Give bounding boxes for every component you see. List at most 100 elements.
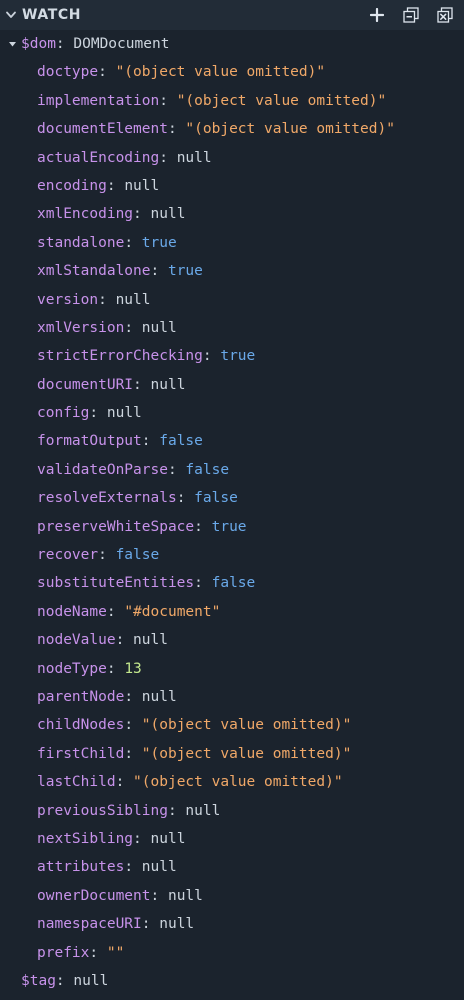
separator: : <box>89 944 107 961</box>
watch-tree: $dom: DOMDocument doctype: "(object valu… <box>0 30 464 995</box>
property-value: false <box>185 461 230 478</box>
separator: : <box>150 263 168 280</box>
property-key: formatOutput <box>37 433 142 450</box>
collapse-all-button[interactable] <box>396 0 426 30</box>
property-row[interactable]: nextSibling: null <box>0 825 464 853</box>
property-row[interactable]: doctype: "(object value omitted)" <box>0 58 464 86</box>
separator: : <box>106 660 125 677</box>
separator: : <box>167 121 186 138</box>
property-value: true <box>211 518 247 535</box>
property-row[interactable]: resolveExternals: false <box>0 484 464 512</box>
separator: : <box>133 830 151 847</box>
separator: : <box>159 149 177 166</box>
property-value: "(object value omitted)" <box>133 774 343 791</box>
property-key: prefix <box>37 944 90 961</box>
property-key: version <box>37 291 99 308</box>
property-key: parentNode <box>37 688 125 705</box>
property-value: null <box>185 802 221 819</box>
property-value: null <box>150 206 186 223</box>
variable-value: null <box>73 972 109 989</box>
property-value: null <box>150 376 186 393</box>
property-key: documentURI <box>37 376 134 393</box>
property-value: null <box>150 830 186 847</box>
collapse-all-icon <box>403 7 419 23</box>
property-value: null <box>159 916 195 933</box>
property-value: "(object value omitted)" <box>141 717 352 734</box>
property-row[interactable]: prefix: "" <box>0 939 464 967</box>
separator: : <box>115 632 134 649</box>
separator: : <box>98 547 116 564</box>
property-key: substituteEntities <box>37 575 195 592</box>
property-row[interactable]: formatOutput: false <box>0 427 464 455</box>
property-value: false <box>211 575 256 592</box>
property-value: null <box>141 319 177 336</box>
variable-value: DOMDocument <box>73 36 170 52</box>
add-expression-button[interactable] <box>362 0 392 30</box>
property-row[interactable]: parentNode: null <box>0 683 464 711</box>
property-value: false <box>115 547 160 564</box>
separator: : <box>106 603 125 620</box>
property-key: encoding <box>37 177 107 194</box>
property-value: null <box>124 177 160 194</box>
separator: : <box>55 36 74 52</box>
chevron-down-icon[interactable] <box>0 0 22 30</box>
property-value: null <box>106 405 142 422</box>
watch-expression-tag[interactable]: $tag: null <box>0 967 464 995</box>
property-row[interactable]: attributes: null <box>0 853 464 881</box>
property-row[interactable]: nodeValue: null <box>0 626 464 654</box>
separator: : <box>106 177 125 194</box>
property-row[interactable]: childNodes: "(object value omitted)" <box>0 711 464 739</box>
chevron-down-icon[interactable] <box>6 30 18 58</box>
property-key: previousSibling <box>37 802 168 819</box>
property-key: standalone <box>37 234 125 251</box>
property-row[interactable]: standalone: true <box>0 229 464 257</box>
plus-icon <box>370 8 384 22</box>
property-row[interactable]: implementation: "(object value omitted)" <box>0 87 464 115</box>
separator: : <box>194 518 212 535</box>
property-row[interactable]: config: null <box>0 399 464 427</box>
property-value: 13 <box>124 660 142 677</box>
separator: : <box>176 490 195 507</box>
property-row[interactable]: xmlVersion: null <box>0 314 464 342</box>
remove-all-button[interactable] <box>430 0 460 30</box>
property-row[interactable]: encoding: null <box>0 172 464 200</box>
property-row[interactable]: strictErrorChecking: true <box>0 342 464 370</box>
property-key: validateOnParse <box>37 461 168 478</box>
property-row[interactable]: preserveWhiteSpace: true <box>0 513 464 541</box>
property-key: lastChild <box>37 774 116 791</box>
separator: : <box>98 64 116 81</box>
property-row[interactable]: firstChild: "(object value omitted)" <box>0 740 464 768</box>
separator: : <box>194 575 212 592</box>
separator: : <box>159 92 177 109</box>
property-row[interactable]: xmlStandalone: true <box>0 257 464 285</box>
property-key: firstChild <box>37 745 125 762</box>
variable-name: $tag <box>21 972 56 989</box>
watch-expression-dom[interactable]: $dom: DOMDocument <box>0 30 464 58</box>
separator: : <box>133 206 151 223</box>
property-key: nodeName <box>37 603 107 620</box>
property-row[interactable]: validateOnParse: false <box>0 456 464 484</box>
property-key: childNodes <box>37 717 125 734</box>
property-key: xmlEncoding <box>37 206 134 223</box>
property-row[interactable]: substituteEntities: false <box>0 569 464 597</box>
property-row[interactable]: namespaceURI: null <box>0 910 464 938</box>
property-row[interactable]: lastChild: "(object value omitted)" <box>0 768 464 796</box>
property-row[interactable]: documentURI: null <box>0 371 464 399</box>
property-row[interactable]: recover: false <box>0 541 464 569</box>
property-row[interactable]: version: null <box>0 286 464 314</box>
property-key: nodeValue <box>37 632 116 649</box>
watch-header[interactable]: WATCH <box>0 0 464 30</box>
separator: : <box>124 688 142 705</box>
property-key: preserveWhiteSpace <box>37 518 195 535</box>
property-value: "(object value omitted)" <box>141 745 352 762</box>
property-row[interactable]: documentElement: "(object value omitted)… <box>0 115 464 143</box>
property-row[interactable]: previousSibling: null <box>0 797 464 825</box>
property-row[interactable]: xmlEncoding: null <box>0 200 464 228</box>
property-row[interactable]: ownerDocument: null <box>0 882 464 910</box>
property-row[interactable]: nodeType: 13 <box>0 655 464 683</box>
separator: : <box>124 717 142 734</box>
property-row[interactable]: actualEncoding: null <box>0 144 464 172</box>
separator: : <box>202 348 221 365</box>
property-row[interactable]: nodeName: "#document" <box>0 598 464 626</box>
property-value: null <box>176 149 212 166</box>
